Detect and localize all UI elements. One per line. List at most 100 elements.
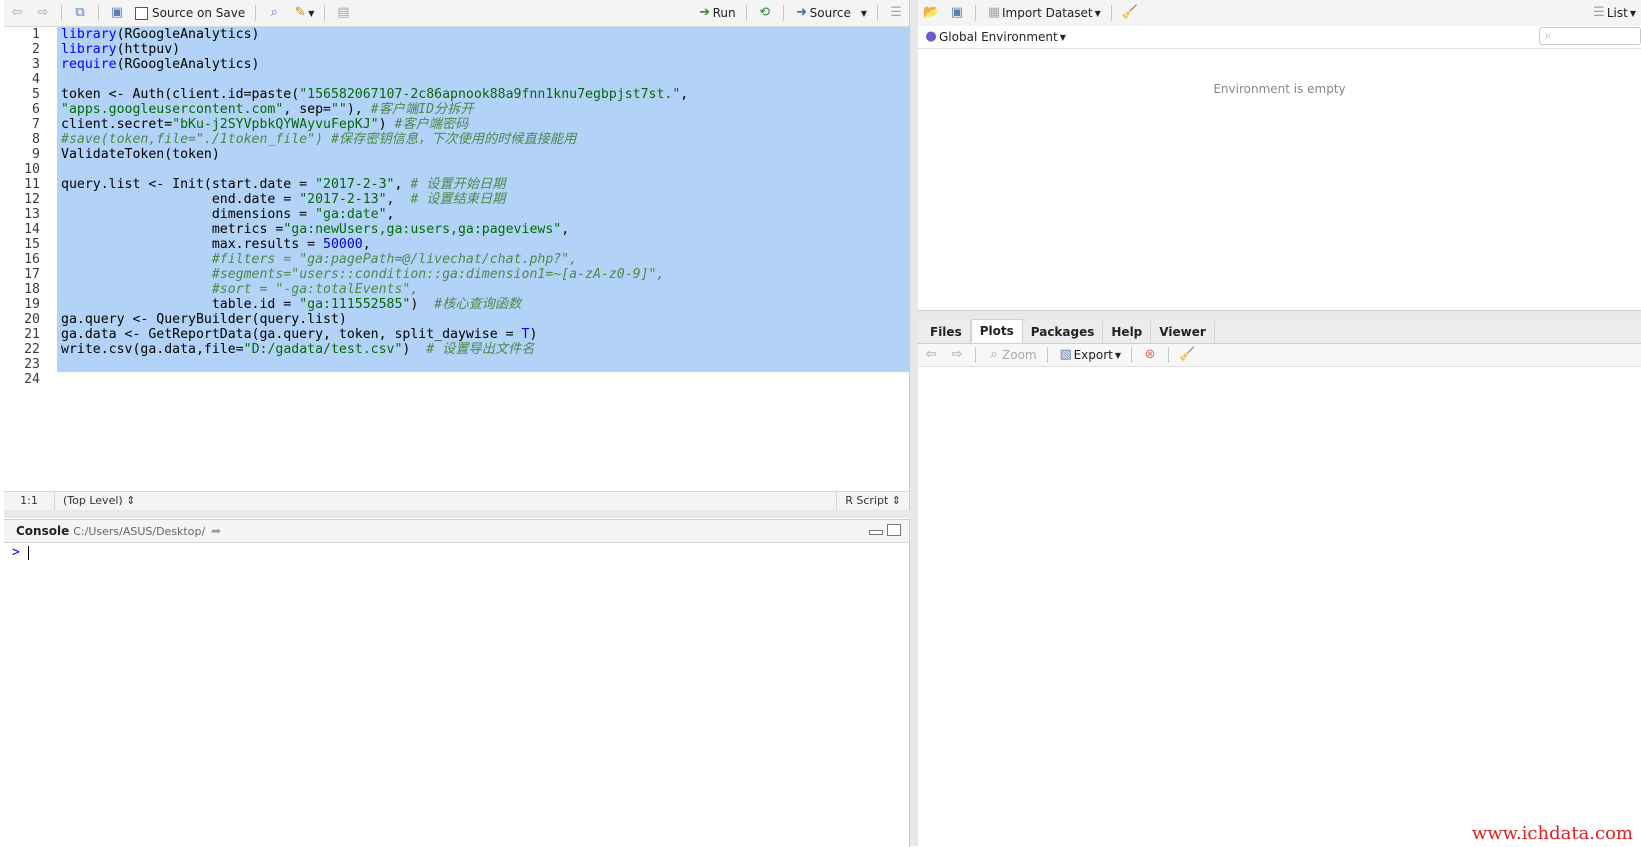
code-editor[interactable]: 1 library(RGoogleAnalytics) 2 library(httpu…: [4, 27, 909, 489]
code-text: write.csv(ga.data,file="D:/gadata/test.c…: [57, 342, 909, 357]
code-line[interactable]: 4: [4, 72, 909, 87]
code-text: [57, 72, 909, 87]
code-text: #sort = "-ga:totalEvents",: [57, 282, 909, 297]
code-line[interactable]: 17 #segments="users::condition::ga:dimen…: [4, 267, 909, 282]
updown-icon: ⇕: [126, 494, 136, 507]
code-token: "ga:111552585": [299, 297, 411, 312]
vertical-splitter[interactable]: [910, 0, 918, 846]
popout-icon: ⧉: [75, 5, 85, 20]
filetype-selector[interactable]: R Script ⇕: [836, 492, 909, 510]
rerun-icon: ⟲: [759, 5, 771, 20]
export-dropdown[interactable]: ▧ Export ▼: [1054, 344, 1125, 366]
code-token: ,: [561, 222, 570, 237]
environment-scope-dropdown[interactable]: ● Global Environment ▼: [919, 26, 1070, 48]
code-line[interactable]: 8 #save(token,file="./1token_file") #保存密钥…: [4, 132, 909, 147]
horizontal-splitter[interactable]: [918, 311, 1641, 319]
maximize-button[interactable]: [887, 524, 901, 536]
load-workspace-button[interactable]: 📂: [919, 2, 943, 24]
forward-button[interactable]: ⇨: [31, 2, 55, 24]
working-directory[interactable]: C:/Users/ASUS/Desktop/: [73, 525, 205, 538]
remove-plot-button[interactable]: ⊗: [1138, 344, 1162, 366]
code-line[interactable]: 15 max.results = 50000,: [4, 237, 909, 252]
code-line[interactable]: 2 library(httpuv): [4, 42, 909, 57]
source-button[interactable]: ➜ Source: [790, 2, 855, 24]
code-token: #客户端密码: [394, 117, 469, 132]
line-number: 21: [24, 327, 40, 342]
line-number: 1: [32, 27, 40, 42]
save-button[interactable]: ▣: [105, 2, 129, 24]
code-tools-button[interactable]: ✎ ▼: [288, 2, 318, 24]
code-line[interactable]: 11 query.list <- Init(start.date = "2017-…: [4, 177, 909, 192]
view-mode-dropdown[interactable]: ☰ List ▼: [1587, 2, 1640, 24]
tab-plots[interactable]: Plots: [970, 319, 1023, 343]
code-line[interactable]: 18 #sort = "-ga:totalEvents",: [4, 282, 909, 297]
line-number: 7: [32, 117, 40, 132]
run-button[interactable]: ➔ Run: [693, 2, 740, 24]
code-token: end.date =: [61, 192, 300, 207]
horizontal-splitter[interactable]: [4, 510, 910, 518]
import-dataset-button[interactable]: ▦ Import Dataset ▼: [982, 2, 1105, 24]
code-line[interactable]: 19 table.id = "ga:111552585") #核心查询函数: [4, 297, 909, 312]
outline-icon: ☰: [890, 5, 902, 20]
code-text: metrics ="ga:newUsers,ga:users,ga:pagevi…: [57, 222, 909, 237]
list-icon: ☰: [1593, 5, 1605, 20]
zoom-button[interactable]: ⌕ Zoom: [982, 344, 1041, 366]
table-icon: ▦: [987, 5, 1001, 20]
code-text: #segments="users::condition::ga:dimensio…: [57, 267, 909, 282]
show-in-window-button[interactable]: ⧉: [68, 2, 92, 24]
code-line[interactable]: 9 ValidateToken(token): [4, 147, 909, 162]
code-text: [57, 162, 909, 177]
console-input-area[interactable]: >: [4, 543, 909, 847]
scope-selector[interactable]: (Top Level) ⇕: [55, 492, 836, 510]
tab-packages[interactable]: Packages: [1023, 321, 1104, 343]
code-line[interactable]: 10: [4, 162, 909, 177]
r-environment-icon: ●: [925, 29, 937, 44]
code-line[interactable]: 6 "apps.googleusercontent.com", sep=""), …: [4, 102, 909, 117]
go-to-directory-icon[interactable]: ➦: [211, 524, 221, 538]
console-prompt: >: [12, 545, 20, 560]
code-line[interactable]: 1 library(RGoogleAnalytics): [4, 27, 909, 42]
code-line[interactable]: 5 token <- Auth(client.id=paste("15658206…: [4, 87, 909, 102]
tab-files[interactable]: Files: [922, 321, 971, 343]
save-workspace-button[interactable]: ▣: [945, 2, 969, 24]
code-line[interactable]: 23: [4, 357, 909, 372]
code-token: library: [61, 27, 117, 42]
code-token: #segments="users::condition::ga:dimensio…: [211, 267, 665, 282]
compile-report-button[interactable]: ▤: [331, 2, 355, 24]
next-plot-button[interactable]: ⇨: [945, 344, 969, 366]
code-line[interactable]: 13 dimensions = "ga:date",: [4, 207, 909, 222]
code-line[interactable]: 21 ga.data <- GetReportData(ga.query, tok…: [4, 327, 909, 342]
code-token: ,: [386, 192, 411, 207]
clear-plots-button[interactable]: 🧹: [1175, 344, 1199, 366]
code-line[interactable]: 7 client.secret="bKu-j2SYVpbkQYWAyvuFepKJ…: [4, 117, 909, 132]
minimize-button[interactable]: [869, 530, 883, 535]
previous-plot-button[interactable]: ⇦: [919, 344, 943, 366]
code-line[interactable]: 14 metrics ="ga:newUsers,ga:users,ga:pag…: [4, 222, 909, 237]
toolbar-divider: [745, 5, 747, 21]
code-line[interactable]: 3 require(RGoogleAnalytics): [4, 57, 909, 72]
code-line[interactable]: 20 ga.query <- QueryBuilder(query.list): [4, 312, 909, 327]
source-on-save-checkbox[interactable]: [135, 6, 148, 20]
document-outline-button[interactable]: ☰: [884, 2, 908, 24]
code-line[interactable]: 22 write.csv(ga.data,file="D:/gadata/test…: [4, 342, 909, 357]
code-line[interactable]: 24: [4, 372, 909, 387]
code-token: "": [330, 102, 347, 117]
environment-search-input[interactable]: ⌕: [1539, 27, 1641, 45]
code-line[interactable]: 12 end.date = "2017-2-13", # 设置结束日期: [4, 192, 909, 207]
find-button[interactable]: ⌕: [262, 2, 286, 24]
arrow-left-icon: ⇦: [925, 347, 937, 362]
toolbar-divider: [1131, 347, 1133, 363]
rerun-button[interactable]: ⟲: [753, 2, 777, 24]
code-text: require(RGoogleAnalytics): [57, 57, 909, 72]
code-line[interactable]: 16 #filters = "ga:pagePath=@/livechat/ch…: [4, 252, 909, 267]
tab-viewer[interactable]: Viewer: [1151, 321, 1215, 343]
clear-workspace-button[interactable]: 🧹: [1118, 2, 1142, 24]
back-button[interactable]: ⇦: [5, 2, 29, 24]
source-on-save-toggle[interactable]: Source on Save: [131, 2, 249, 24]
source-options-button[interactable]: ▼: [857, 2, 871, 24]
arrow-left-icon: ⇦: [11, 5, 23, 20]
environment-pane: 📂 ▣ ▦ Import Dataset ▼ 🧹 ☰ List ▼ ● Global En…: [918, 0, 1641, 311]
code-token: ga.data <- GetReportData(ga.query, token…: [61, 327, 522, 342]
tab-help[interactable]: Help: [1103, 321, 1152, 343]
